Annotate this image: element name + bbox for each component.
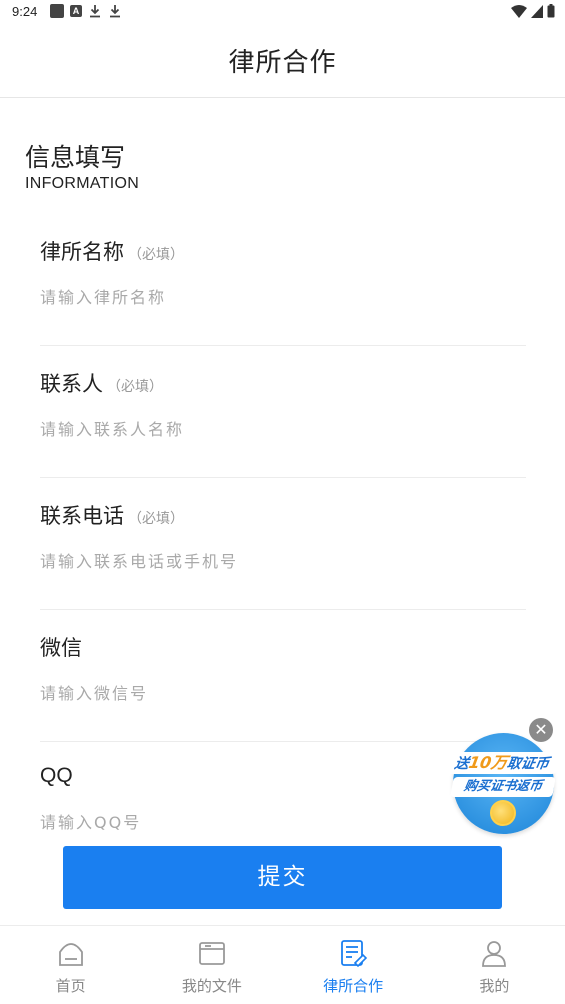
submit-button[interactable]: 提交 (63, 846, 502, 909)
promo-highlight: 10万 (467, 753, 509, 772)
close-icon[interactable]: ✕ (529, 718, 553, 742)
tab-label: 我的文件 (181, 977, 242, 995)
tab-mine[interactable]: 我的 (424, 926, 565, 1004)
promo-line1: 送10万取证币 (444, 752, 560, 774)
user-icon (482, 941, 507, 967)
scroll-content: QQ (0, 0, 565, 834)
bottom-tab-bar: 首页 我的文件 律所合作 我的 (0, 925, 565, 1004)
promo-line2: 购买证书返币 (450, 777, 556, 797)
tab-my-files[interactable]: 我的文件 (141, 926, 282, 1004)
document-edit-icon (341, 940, 368, 968)
tab-label: 首页 (55, 977, 86, 995)
tab-home[interactable]: 首页 (0, 926, 141, 1004)
promo-suffix: 取证币 (505, 756, 551, 772)
folder-icon (198, 942, 225, 965)
tab-label: 我的 (479, 977, 510, 995)
home-icon (58, 943, 83, 966)
tab-law-firm-cooperation[interactable]: 律所合作 (283, 926, 424, 1004)
coin-icon (490, 800, 516, 826)
field-label: QQ (40, 764, 73, 787)
promo-floating-badge[interactable]: 送10万取证币 购买证书返币 ✕ (444, 716, 561, 840)
promo-banner[interactable]: 送10万取证币 购买证书返币 (444, 752, 560, 800)
tab-label: 律所合作 (323, 977, 384, 995)
